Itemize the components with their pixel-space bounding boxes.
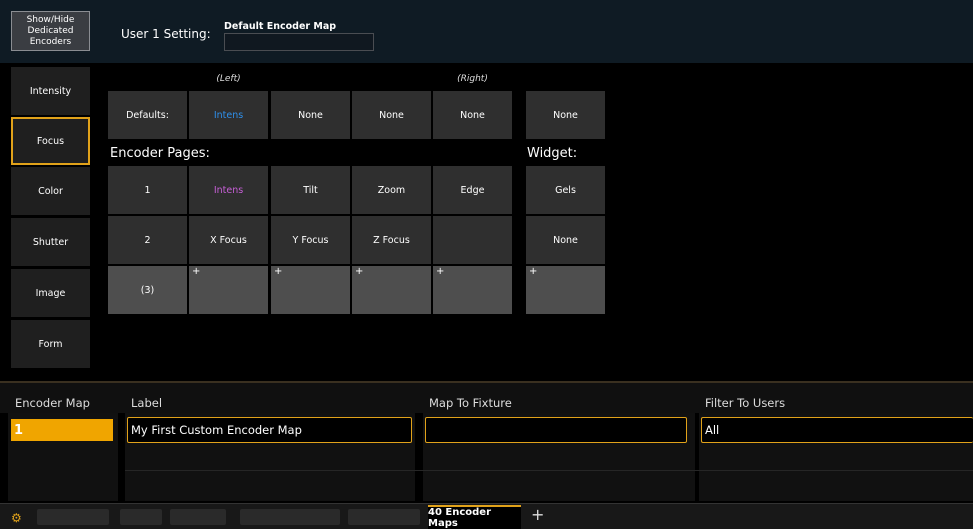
category-image-button[interactable]: Image xyxy=(11,269,90,317)
page-1-widget[interactable]: Gels xyxy=(526,166,605,214)
encoder-label: X Focus xyxy=(210,234,247,246)
filter-to-users-text: All xyxy=(705,423,720,437)
page-1-encoder-4[interactable]: Edge xyxy=(433,166,512,214)
left-header: (Left) xyxy=(216,74,241,84)
add-plus-icon: + xyxy=(355,266,364,277)
add-tab-icon[interactable]: + xyxy=(531,505,544,524)
encoder-pages-title: Encoder Pages: xyxy=(110,146,210,161)
tab-background-2[interactable] xyxy=(120,509,162,525)
tab-encoder-maps-label: 40 Encoder Maps xyxy=(428,507,492,529)
right-header: (Right) xyxy=(457,74,488,84)
tab-background-4[interactable] xyxy=(240,509,340,525)
page-3-encoder-4[interactable]: + xyxy=(433,266,512,314)
page-3-encoder-1[interactable]: + xyxy=(189,266,268,314)
page-1-button[interactable]: 1 xyxy=(108,166,187,214)
page-1-encoder-2[interactable]: Tilt xyxy=(271,166,350,214)
add-plus-icon: + xyxy=(529,266,538,277)
widget-label: None xyxy=(553,234,578,246)
encoder-label: Z Focus xyxy=(373,234,410,246)
add-plus-icon: + xyxy=(436,266,445,277)
filter-to-users-field[interactable]: All xyxy=(701,417,973,443)
encoder-label: Y Focus xyxy=(292,234,329,246)
category-focus-button[interactable]: Focus xyxy=(11,117,90,165)
tab-background-3[interactable] xyxy=(170,509,226,525)
default-encoder-map-field[interactable] xyxy=(224,33,374,51)
category-label: Focus xyxy=(36,135,65,147)
page-2-encoder-1[interactable]: X Focus xyxy=(189,216,268,264)
category-label: Image xyxy=(35,287,66,299)
page-label: 1 xyxy=(144,184,151,196)
category-shutter-button[interactable]: Shutter xyxy=(11,218,90,266)
column-header-encoder-map: Encoder Map xyxy=(15,396,90,410)
page-3-encoder-2[interactable]: + xyxy=(271,266,350,314)
map-to-fixture-field[interactable] xyxy=(425,417,687,443)
default-encoder-2[interactable]: None xyxy=(271,91,350,139)
category-intensity-button[interactable]: Intensity xyxy=(11,67,90,115)
add-plus-icon: + xyxy=(274,266,283,277)
show-hide-dedicated-encoders-button[interactable]: Show/Hide Dedicated Encoders xyxy=(11,11,90,51)
default-encoder-2-label: None xyxy=(298,109,323,121)
widget-title: Widget: xyxy=(527,146,578,161)
page-2-button[interactable]: 2 xyxy=(108,216,187,264)
tab-background-1[interactable] xyxy=(37,509,109,525)
page-3-button[interactable]: (3) xyxy=(108,266,187,314)
category-form-button[interactable]: Form xyxy=(11,320,90,368)
page-2-encoder-2[interactable]: Y Focus xyxy=(271,216,350,264)
tab-background-5[interactable] xyxy=(348,509,420,525)
default-widget[interactable]: None xyxy=(526,91,605,139)
default-encoder-1-label: Intens xyxy=(213,109,244,121)
default-encoder-1[interactable]: Intens xyxy=(189,91,268,139)
category-label: Shutter xyxy=(32,236,69,248)
encoder-label: Intens xyxy=(213,184,244,196)
encoder-map-number[interactable]: 1 xyxy=(11,419,113,441)
encoder-label: Tilt xyxy=(303,184,318,196)
default-widget-label: None xyxy=(553,109,578,121)
row-divider xyxy=(125,470,973,471)
page-label: (3) xyxy=(140,284,155,296)
defaults-text: Defaults: xyxy=(126,109,169,121)
page-2-widget[interactable]: None xyxy=(526,216,605,264)
page-label: 2 xyxy=(144,234,151,246)
user-setting-label: User 1 Setting: xyxy=(121,27,211,41)
encoder-map-label-field[interactable]: My First Custom Encoder Map xyxy=(127,417,412,443)
column-header-filter-to-users: Filter To Users xyxy=(705,396,786,410)
category-label: Form xyxy=(38,338,63,350)
category-label: Intensity xyxy=(29,85,72,97)
default-encoder-3-label: None xyxy=(379,109,404,121)
page-2-encoder-4[interactable] xyxy=(433,216,512,264)
show-hide-label: Show/Hide Dedicated Encoders xyxy=(26,14,75,47)
default-encoder-4-label: None xyxy=(460,109,485,121)
page-1-encoder-1[interactable]: Intens xyxy=(189,166,268,214)
column-header-label: Label xyxy=(131,396,163,410)
default-encoder-4[interactable]: None xyxy=(433,91,512,139)
category-color-button[interactable]: Color xyxy=(11,167,90,215)
tab-encoder-maps[interactable]: 40 Encoder Maps xyxy=(428,505,521,529)
default-encoder-3[interactable]: None xyxy=(352,91,431,139)
gear-icon[interactable]: ⚙ xyxy=(11,511,22,525)
page-2-encoder-3[interactable]: Z Focus xyxy=(352,216,431,264)
category-label: Color xyxy=(38,185,63,197)
defaults-label: Defaults: xyxy=(108,91,187,139)
default-encoder-map-label: Default Encoder Map xyxy=(224,21,337,32)
add-plus-icon: + xyxy=(192,266,201,277)
encoder-label: Edge xyxy=(460,184,485,196)
page-3-widget[interactable]: + xyxy=(526,266,605,314)
encoder-label: Zoom xyxy=(377,184,406,196)
encoder-map-number-text: 1 xyxy=(14,422,24,438)
column-header-map-to-fixture: Map To Fixture xyxy=(429,396,512,410)
page-1-encoder-3[interactable]: Zoom xyxy=(352,166,431,214)
widget-label: Gels xyxy=(555,184,576,196)
encoder-map-label-text: My First Custom Encoder Map xyxy=(131,423,302,437)
page-3-encoder-3[interactable]: + xyxy=(352,266,431,314)
